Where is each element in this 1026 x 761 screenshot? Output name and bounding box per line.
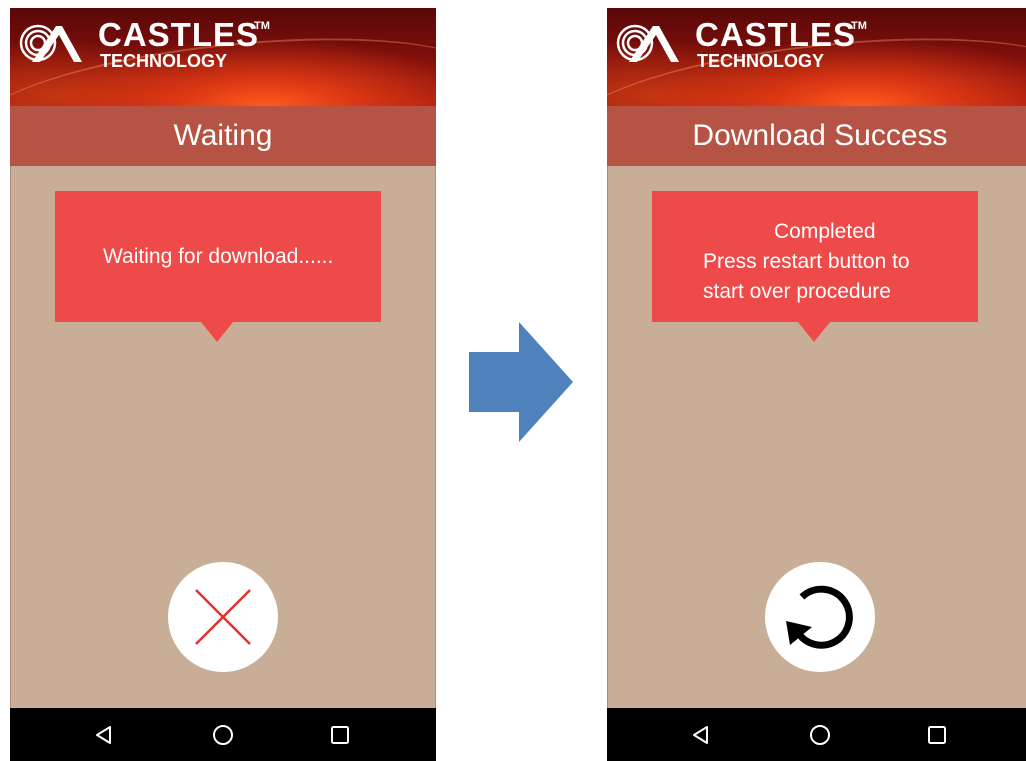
home-icon xyxy=(810,724,830,745)
restart-icon xyxy=(786,585,853,649)
nav-home-button[interactable] xyxy=(193,708,253,761)
phone-screen-waiting: CASTLES TM TECHNOLOGY Waiting Waiting fo… xyxy=(10,8,436,761)
nav-recent-apps-button[interactable] xyxy=(310,708,370,761)
screen-title: Download Success xyxy=(607,106,1026,166)
brand-header: CASTLES TM TECHNOLOGY xyxy=(10,8,436,106)
right-arrow-icon xyxy=(469,322,573,442)
message-bubble: Completed Press restart button to start … xyxy=(652,191,978,342)
brand-trademark: TM xyxy=(254,20,270,32)
message-line-instruction: Press restart button to xyxy=(703,250,910,273)
message-line-completed: Completed xyxy=(774,220,876,243)
system-nav-bar xyxy=(10,708,436,761)
back-icon xyxy=(693,725,708,744)
castles-logo-icon xyxy=(616,24,679,62)
brand-trademark: TM xyxy=(851,20,867,32)
message-text: Waiting for download...... xyxy=(103,244,334,268)
nav-home-button[interactable] xyxy=(790,708,850,761)
message-line-instruction-cont: start over procedure xyxy=(703,280,891,303)
nav-recent-apps-button[interactable] xyxy=(907,708,967,761)
brand-name: CASTLES xyxy=(98,16,260,53)
brand-subtitle: TECHNOLOGY xyxy=(697,51,825,71)
brand-subtitle: TECHNOLOGY xyxy=(100,51,228,71)
system-nav-bar xyxy=(607,708,1026,761)
nav-back-button[interactable] xyxy=(74,708,134,761)
castles-logo-icon xyxy=(19,24,82,62)
brand-name: CASTLES xyxy=(695,16,857,53)
screen-title: Waiting xyxy=(10,106,436,166)
recent-apps-icon xyxy=(331,725,349,744)
phone-screen-download-success: CASTLES TM TECHNOLOGY Download Success C… xyxy=(607,8,1026,761)
cancel-button[interactable] xyxy=(168,562,278,672)
message-bubble: Waiting for download...... xyxy=(55,191,381,342)
close-icon xyxy=(195,589,251,645)
home-icon xyxy=(213,724,233,745)
restart-button[interactable] xyxy=(765,562,875,672)
brand-header: CASTLES TM TECHNOLOGY xyxy=(607,8,1026,106)
nav-back-button[interactable] xyxy=(671,708,731,761)
recent-apps-icon xyxy=(928,725,946,744)
back-icon xyxy=(96,725,111,744)
